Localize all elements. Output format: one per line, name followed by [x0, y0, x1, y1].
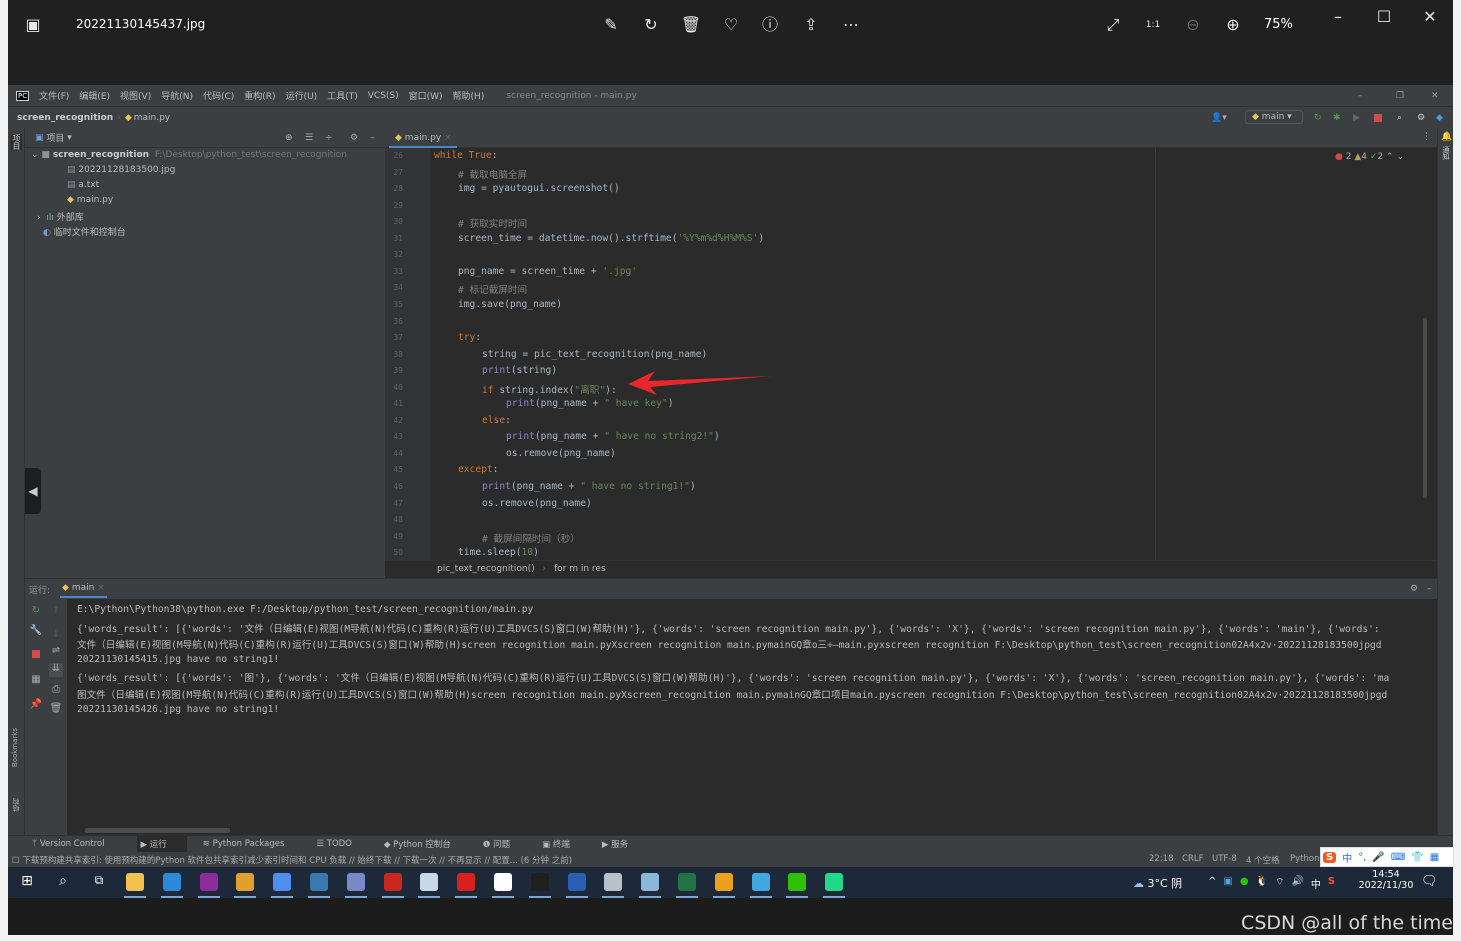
red-arrow-annotation [628, 371, 771, 395]
photo-viewer-window: ▣ 20221130145437.jpg ✎ ↻ 🗑 ♡ ⓘ ⇪ ⋯ ⤢ 1:1… [8, 0, 1454, 935]
csdn-watermark: CSDN @all of the time [1241, 912, 1453, 934]
annotation-layer [628, 371, 771, 395]
